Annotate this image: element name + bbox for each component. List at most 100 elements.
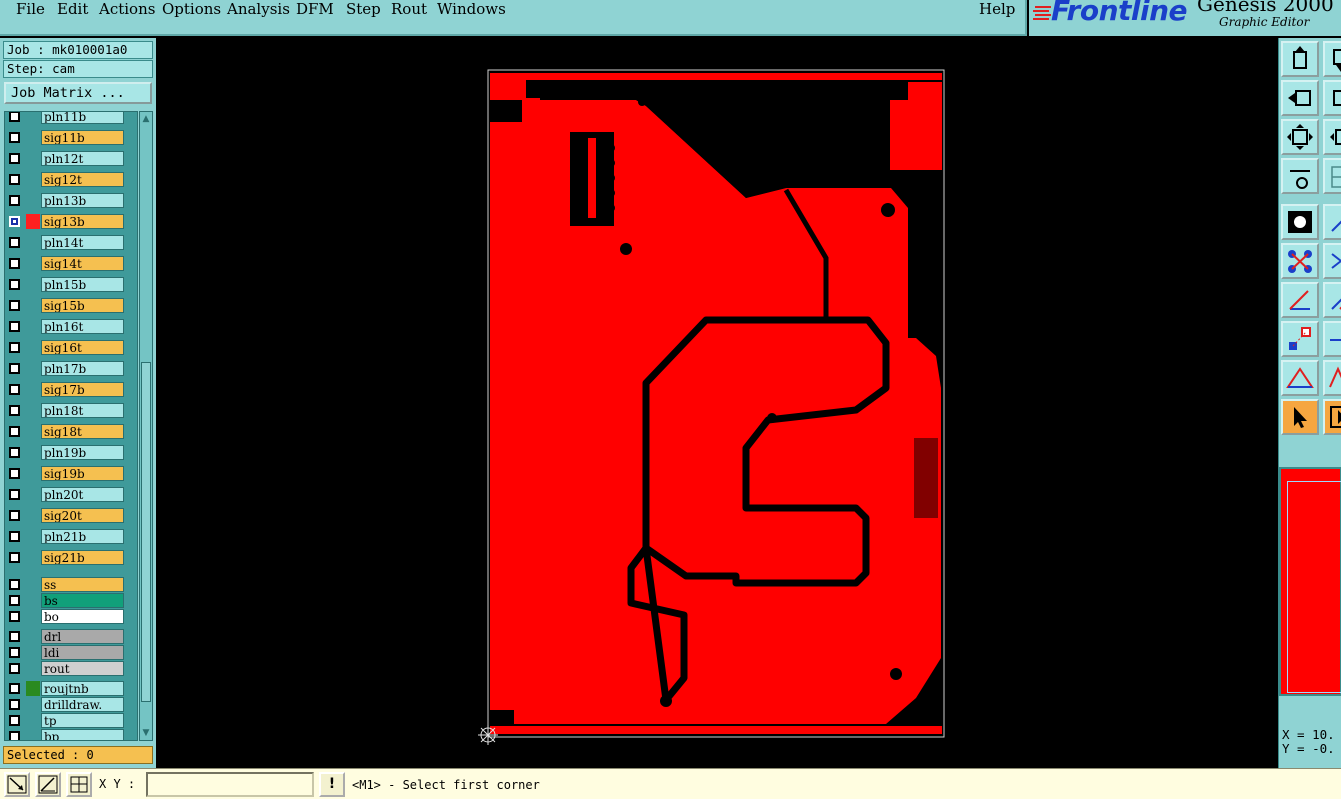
layer-checkbox[interactable] — [9, 279, 20, 290]
layer-row[interactable]: ss — [5, 576, 137, 593]
layer-row[interactable]: sig20t — [5, 507, 137, 524]
menu-actions[interactable]: Actions — [99, 0, 155, 18]
layer-checkbox[interactable] — [9, 132, 20, 143]
layer-row[interactable]: drl — [5, 628, 137, 645]
layer-row[interactable]: bp — [5, 728, 137, 740]
layer-name[interactable]: rout — [41, 661, 124, 676]
layer-row[interactable]: pln20t — [5, 486, 137, 503]
scroll-down-icon[interactable]: ▼ — [141, 728, 151, 738]
xy-coordinate-input[interactable] — [146, 772, 314, 797]
layer-checkbox[interactable] — [9, 699, 20, 710]
layer-name[interactable]: sig16t — [41, 340, 124, 355]
layer-checkbox[interactable] — [9, 631, 20, 642]
layer-checkbox[interactable] — [9, 683, 20, 694]
zoom-down-button[interactable] — [1323, 41, 1341, 77]
overview-map[interactable] — [1279, 467, 1341, 696]
layer-row[interactable]: sig14t — [5, 255, 137, 272]
layer-checkbox[interactable] — [9, 611, 20, 622]
layer-row[interactable]: sig16t — [5, 339, 137, 356]
layer-row[interactable]: pln11b — [5, 112, 137, 125]
layer-checkbox[interactable] — [9, 405, 20, 416]
layer-checkbox[interactable] — [9, 342, 20, 353]
layer-name[interactable]: pln15b — [41, 277, 124, 292]
pan-left-button[interactable] — [1281, 80, 1319, 116]
layer-color-swatch[interactable] — [26, 681, 40, 696]
layer-name[interactable]: pln16t — [41, 319, 124, 334]
layer-checkbox[interactable] — [9, 321, 20, 332]
layer-checkbox[interactable] — [9, 647, 20, 658]
zoom-home-button[interactable] — [1281, 41, 1319, 77]
layer-name[interactable]: pln14t — [41, 235, 124, 250]
layer-row[interactable]: drilldraw. — [5, 696, 137, 713]
layer-row[interactable]: bs — [5, 592, 137, 609]
layer-name[interactable]: pln12t — [41, 151, 124, 166]
layer-list[interactable]: pln11b sig11b pln12t sig12t pln13b sig13b pln1… — [4, 111, 138, 741]
layer-checkbox[interactable] — [9, 258, 20, 269]
layer-checkbox[interactable] — [9, 531, 20, 542]
layer-name[interactable]: pln13b — [41, 193, 124, 208]
layer-name[interactable]: bo — [41, 609, 124, 624]
layer-name[interactable]: tp — [41, 713, 124, 728]
layer-row[interactable]: sig13b — [5, 213, 137, 230]
grid-snap-button[interactable] — [66, 772, 92, 797]
line-add-button[interactable] — [1323, 204, 1341, 240]
polygon-button[interactable] — [1281, 360, 1319, 396]
layer-checkbox[interactable] — [9, 731, 20, 740]
layer-row[interactable]: sig19b — [5, 465, 137, 482]
layer-checkbox[interactable] — [9, 595, 20, 606]
layer-name[interactable]: sig15b — [41, 298, 124, 313]
layer-checkbox[interactable] — [9, 715, 20, 726]
menu-dfm[interactable]: DFM — [296, 0, 334, 18]
layer-name[interactable]: sig21b — [41, 550, 124, 565]
layer-name[interactable]: sig19b — [41, 466, 124, 481]
message-button[interactable]: ! — [319, 772, 345, 797]
layer-row[interactable]: sig15b — [5, 297, 137, 314]
layer-name[interactable]: sig13b — [41, 214, 124, 229]
layer-name[interactable]: sig11b — [41, 130, 124, 145]
layer-name[interactable]: pln11b — [41, 112, 124, 124]
layer-row[interactable]: pln19b — [5, 444, 137, 461]
layer-row[interactable]: sig11b — [5, 129, 137, 146]
menu-rout[interactable]: Rout — [391, 0, 427, 18]
menu-file[interactable]: File — [16, 0, 45, 18]
layer-name[interactable]: drl — [41, 629, 124, 644]
layer-name[interactable]: pln20t — [41, 487, 124, 502]
layer-checkbox[interactable] — [9, 468, 20, 479]
layer-color-swatch[interactable] — [26, 214, 40, 229]
layer-checkbox[interactable] — [9, 384, 20, 395]
pad-mode-button[interactable] — [1281, 204, 1319, 240]
layer-row[interactable]: pln16t — [5, 318, 137, 335]
measure-button[interactable] — [1281, 158, 1319, 194]
select-pointer-button[interactable] — [1281, 399, 1319, 435]
menu-step[interactable]: Step — [346, 0, 381, 18]
layer-name[interactable]: bs — [41, 593, 124, 608]
snap-button[interactable] — [1281, 321, 1319, 357]
menu-help[interactable]: Help — [979, 0, 1015, 18]
layer-row[interactable]: rout — [5, 660, 137, 677]
layer-checkbox[interactable] — [9, 300, 20, 311]
graphic-canvas[interactable] — [156, 38, 1278, 768]
zoom-fit-button[interactable] — [1281, 119, 1319, 155]
layer-row[interactable]: bo — [5, 608, 137, 625]
layer-name[interactable]: bp — [41, 729, 124, 740]
layer-name[interactable]: roujtnb — [41, 681, 124, 696]
layer-checkbox[interactable] — [9, 174, 20, 185]
layer-row[interactable]: pln14t — [5, 234, 137, 251]
layer-row[interactable]: ldi — [5, 644, 137, 661]
layer-list-scrollbar[interactable]: ▲ ▼ — [139, 111, 153, 741]
layer-checkbox[interactable] — [9, 447, 20, 458]
layer-checkbox[interactable] — [9, 363, 20, 374]
layer-name[interactable]: sig18t — [41, 424, 124, 439]
net-button[interactable] — [1281, 243, 1319, 279]
layer-checkbox[interactable] — [9, 195, 20, 206]
layer-row[interactable]: pln12t — [5, 150, 137, 167]
select-box-button[interactable] — [1323, 399, 1341, 435]
layer-row[interactable]: tp — [5, 712, 137, 729]
layer-row[interactable]: pln17b — [5, 360, 137, 377]
layer-row[interactable]: sig18t — [5, 423, 137, 440]
layer-checkbox[interactable] — [9, 426, 20, 437]
menu-edit[interactable]: Edit — [57, 0, 88, 18]
layer-name[interactable]: drilldraw. — [41, 697, 124, 712]
zoom-window-button[interactable] — [1323, 80, 1341, 116]
polyline-button[interactable] — [1323, 360, 1341, 396]
